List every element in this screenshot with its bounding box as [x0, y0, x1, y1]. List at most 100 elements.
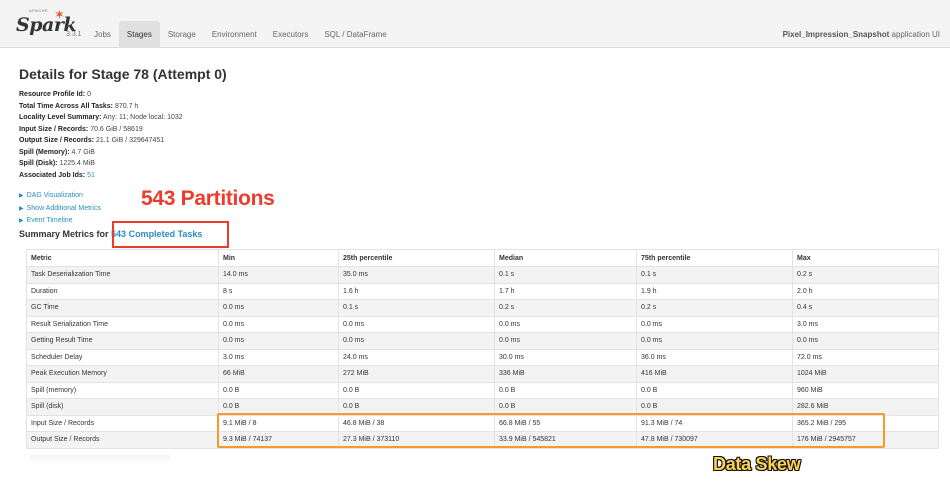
annotation-tasks-highlight-box — [112, 221, 229, 248]
top-navbar: APACHE Spark ✶ 3.3.1 Jobs Stages Storage… — [0, 0, 950, 48]
metric-value-cell: 0.0 ms — [338, 315, 495, 333]
column-header[interactable]: Min — [218, 249, 339, 267]
stage-links: ▶ DAG Visualization ▶ Show Additional Metr… — [19, 190, 101, 228]
metric-value-cell: 0.0 ms — [218, 315, 339, 333]
page-title: Details for Stage 78 (Attempt 0) — [19, 66, 227, 82]
column-header[interactable]: Median — [494, 249, 637, 267]
tab-environment[interactable]: Environment — [204, 21, 265, 48]
stage-summary: Resource Profile Id: 0 Total Time Across… — [19, 89, 183, 181]
triangle-right-icon: ▶ — [19, 193, 24, 199]
summary-key: Associated Job Ids: — [19, 171, 86, 179]
metric-value-cell: 0.0 B — [636, 381, 793, 399]
metric-value-cell: 1.7 h — [494, 282, 637, 300]
metric-name-cell: Result Serialization Time — [26, 315, 219, 333]
table-row: Task Deserialization Time 14.0 ms 35.0 ms 0… — [26, 266, 939, 284]
table-row: Result Serialization Time 0.0 ms 0.0 ms 0.0… — [26, 315, 939, 333]
metric-value-cell: 2.0 h — [792, 282, 939, 300]
summary-value: 0 — [87, 91, 91, 98]
metric-value-cell: 1.6 h — [338, 282, 495, 300]
metric-value-cell: 8 s — [218, 282, 339, 300]
summary-spill-memory: Spill (Memory): 4.7 GiB — [19, 147, 183, 159]
summary-key: Spill (Disk): — [19, 160, 58, 167]
metric-value-cell: 36.0 ms — [636, 348, 793, 366]
column-header[interactable]: 25th percentile — [338, 249, 495, 267]
metric-value-cell: 24.0 ms — [338, 348, 495, 366]
metric-name-cell: Spill (memory) — [26, 381, 219, 399]
triangle-right-icon: ▶ — [19, 218, 24, 224]
metric-value-cell: 30.0 ms — [494, 348, 637, 366]
column-header[interactable]: Metric — [26, 249, 219, 267]
table-row: Getting Result Time 0.0 ms 0.0 ms 0.0 ms 0.0… — [26, 332, 939, 350]
faded-footer-text — [30, 455, 170, 463]
summary-value: 21.1 GiB / 329647451 — [96, 137, 165, 144]
table-row: GC Time 0.0 ms 0.1 s 0.2 s 0.2 s 0.4 s — [26, 299, 939, 317]
metric-value-cell: 0.0 ms — [338, 332, 495, 350]
app-name: Pixel_Impression_Snapshot — [782, 30, 890, 39]
metric-value-cell: 35.0 ms — [338, 266, 495, 284]
logo-apache-text: APACHE — [29, 8, 49, 13]
metric-value-cell: 0.1 s — [494, 266, 637, 284]
link-label: Event Timeline — [26, 217, 73, 224]
link-label: DAG Visualization — [26, 192, 83, 199]
column-header[interactable]: Max — [792, 249, 939, 267]
tab-storage[interactable]: Storage — [160, 21, 204, 48]
summary-locality: Locality Level Summary: Any: 11; Node lo… — [19, 112, 183, 124]
column-header[interactable]: 75th percentile — [636, 249, 793, 267]
annotation-partitions: 543 Partitions — [141, 187, 275, 210]
triangle-right-icon: ▶ — [19, 205, 24, 212]
metric-name-cell: Scheduler Delay — [26, 348, 219, 366]
summary-total-time: Total Time Across All Tasks: 870.7 h — [19, 101, 183, 113]
summary-job-ids: Associated Job Ids: 51 — [19, 170, 183, 182]
metric-value-cell: 416 MiB — [636, 365, 793, 383]
metric-value-cell: 14.0 ms — [218, 266, 339, 284]
metric-name-cell: GC Time — [26, 299, 219, 317]
metric-name-cell: Output Size / Records — [26, 431, 219, 449]
tab-sql-dataframe[interactable]: SQL / DataFrame — [316, 21, 394, 48]
tab-jobs[interactable]: Jobs — [86, 21, 119, 48]
summary-key: Input Size / Records: — [19, 125, 89, 133]
spark-version: 3.3.1 — [66, 31, 82, 38]
metric-name-cell: Peak Execution Memory — [26, 365, 219, 383]
summary-key: Locality Level Summary: — [19, 114, 102, 121]
app-suffix: application UI — [891, 30, 940, 39]
nav-tabs: Jobs Stages Storage Environment Executor… — [86, 21, 395, 48]
dag-visualization-link[interactable]: ▶ DAG Visualization — [19, 190, 101, 203]
table-row: Peak Execution Memory 66 MiB 272 MiB 336 Mi… — [26, 365, 939, 383]
metric-value-cell: 0.0 ms — [636, 315, 793, 333]
summary-input-size: Input Size / Records: 70.6 GiB / 58619 — [19, 124, 183, 136]
table-row: Duration 8 s 1.6 h 1.7 h 1.9 h 2.0 h — [26, 282, 939, 300]
metric-name-cell: Spill (disk) — [26, 398, 219, 416]
metric-value-cell: 0.1 s — [338, 299, 495, 317]
tab-executors[interactable]: Executors — [265, 21, 317, 48]
spark-logo[interactable]: APACHE Spark ✶ 3.3.1 — [16, 7, 86, 40]
summary-value: Any: 11; Node local: 1032 — [103, 114, 183, 121]
summary-value: 1225.4 MiB — [59, 160, 95, 167]
event-timeline-link[interactable]: ▶ Event Timeline — [19, 215, 101, 228]
metric-value-cell: 3.0 ms — [218, 348, 339, 366]
metric-value-cell: 0.2 s — [636, 299, 793, 317]
metric-value-cell: 66 MiB — [218, 365, 339, 383]
metric-value-cell: 336 MiB — [494, 365, 637, 383]
job-id-link[interactable]: 51 — [87, 172, 95, 179]
metric-value-cell: 0.2 s — [792, 266, 939, 284]
metric-value-cell: 0.0 ms — [792, 332, 939, 350]
summary-value: 870.7 h — [114, 102, 139, 110]
summary-spill-disk: Spill (Disk): 1225.4 MiB — [19, 158, 183, 170]
summary-key: Resource Profile Id: — [19, 91, 86, 98]
metric-value-cell: 0.4 s — [792, 299, 939, 317]
metric-value-cell: 0.0 ms — [218, 299, 339, 317]
metric-value-cell: 0.2 s — [494, 299, 637, 317]
summary-value: 4.7 GiB — [71, 148, 95, 156]
show-additional-metrics-link[interactable]: ▶ Show Additional Metrics — [19, 203, 101, 216]
table-row: Scheduler Delay 3.0 ms 24.0 ms 30.0 ms 36.0 … — [26, 348, 939, 366]
spark-star-icon: ✶ — [54, 7, 65, 22]
metric-value-cell: 0.0 ms — [636, 332, 793, 350]
metric-value-cell: 1.9 h — [636, 282, 793, 300]
metrics-heading-prefix: Summary Metrics for — [19, 229, 109, 239]
metric-name-cell: Duration — [26, 282, 219, 300]
tab-stages[interactable]: Stages — [118, 21, 160, 48]
table-header-row: Metric Min 25th percentile Median 75th p… — [26, 249, 939, 267]
summary-key: Output Size / Records: — [19, 137, 95, 144]
app-title: Pixel_Impression_Snapshot application UI — [783, 30, 940, 39]
link-label: Show Additional Metrics — [26, 204, 101, 212]
